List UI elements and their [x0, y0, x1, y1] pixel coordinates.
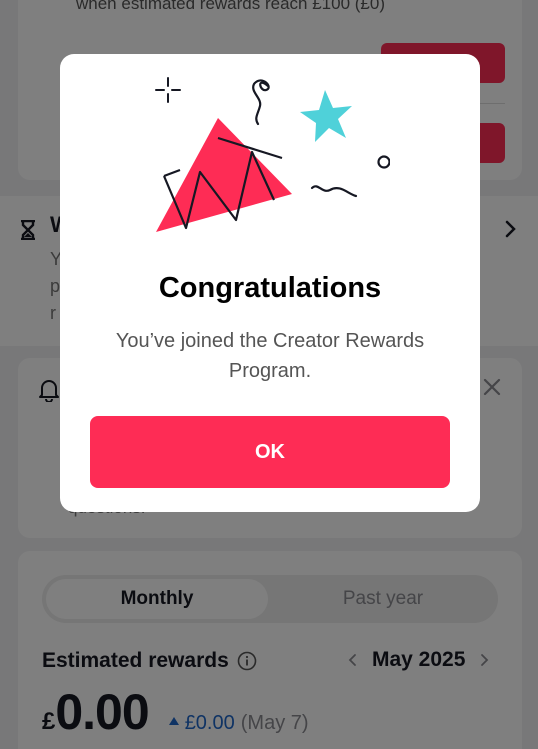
- dialog-title: Congratulations: [158, 272, 382, 304]
- sparkle-icon: [155, 77, 181, 103]
- teal-star-icon: [300, 90, 352, 142]
- ok-button[interactable]: OK: [90, 416, 450, 488]
- wave-line-icon: [310, 185, 358, 198]
- party-hat-triangle: [156, 118, 292, 232]
- ring-icon: [377, 155, 390, 169]
- party-confetti-illustration: [155, 77, 390, 232]
- congratulations-dialog: Congratulations You’ve joined the Creato…: [60, 54, 480, 512]
- dialog-message: You’ve joined the Creator Rewards Progra…: [115, 330, 425, 382]
- squiggle-icon: [252, 79, 270, 126]
